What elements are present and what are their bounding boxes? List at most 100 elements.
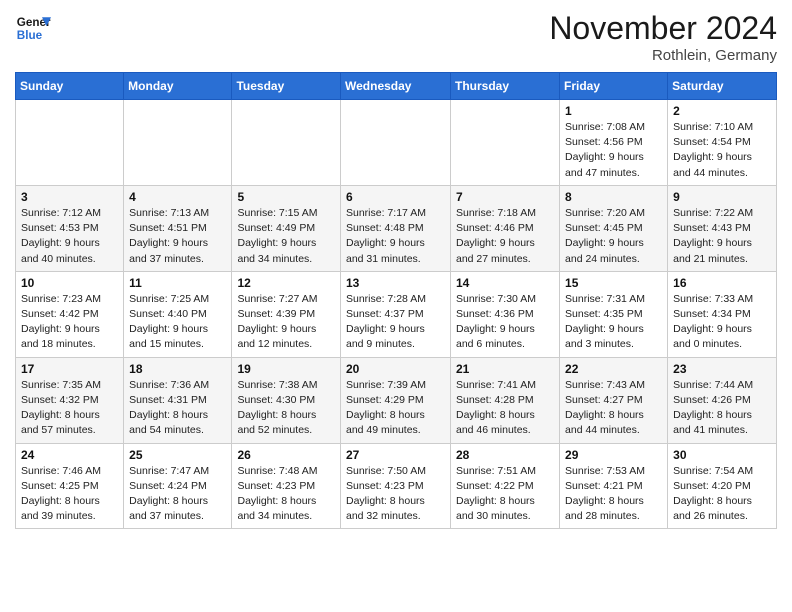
day-number: 29: [565, 448, 662, 462]
logo-icon: General Blue: [15, 10, 51, 46]
calendar-cell: 14 Sunrise: 7:30 AM Sunset: 4:36 PM Dayli…: [451, 271, 560, 357]
day-info: Sunrise: 7:10 AM Sunset: 4:54 PM Dayligh…: [673, 120, 771, 181]
calendar-cell: 9 Sunrise: 7:22 AM Sunset: 4:43 PM Daylig…: [668, 185, 777, 271]
calendar-cell: 28Sunrise: 7:51 AM Sunset: 4:22 PM Dayli…: [451, 443, 560, 529]
day-info: Sunrise: 7:22 AM Sunset: 4:43 PM Dayligh…: [673, 206, 771, 267]
calendar-cell: 18 Sunrise: 7:36 AM Sunset: 4:31 PM Dayli…: [124, 357, 232, 443]
day-number: 4: [129, 190, 226, 204]
calendar-cell: 5 Sunrise: 7:15 AM Sunset: 4:49 PM Daylig…: [232, 185, 341, 271]
day-number: 12: [237, 276, 335, 290]
weekday-header-monday: Monday: [124, 73, 232, 100]
calendar-cell: 20 Sunrise: 7:39 AM Sunset: 4:29 PM Dayli…: [341, 357, 451, 443]
day-info: Sunrise: 7:54 AM Sunset: 4:20 PM Dayligh…: [673, 464, 771, 525]
calendar-cell: 30 Sunrise: 7:54 AM Sunset: 4:20 PM Dayli…: [668, 443, 777, 529]
calendar-cell: [451, 100, 560, 186]
weekday-header-friday: Friday: [560, 73, 668, 100]
day-number: 3: [21, 190, 118, 204]
day-info: Sunrise: 7:47 AM Sunset: 4:24 PM Dayligh…: [129, 464, 226, 525]
calendar-cell: 2 Sunrise: 7:10 AM Sunset: 4:54 PM Daylig…: [668, 100, 777, 186]
day-number: 8: [565, 190, 662, 204]
day-info: Sunrise: 7:48 AM Sunset: 4:23 PM Dayligh…: [237, 464, 335, 525]
day-info: Sunrise: 7:12 AM Sunset: 4:53 PM Dayligh…: [21, 206, 118, 267]
day-number: 7: [456, 190, 554, 204]
calendar-week-5: 24 Sunrise: 7:46 AM Sunset: 4:25 PM Dayli…: [16, 443, 777, 529]
calendar-cell: 1 Sunrise: 7:08 AM Sunset: 4:56 PM Daylig…: [560, 100, 668, 186]
day-number: 6: [346, 190, 445, 204]
day-info: Sunrise: 7:28 AM Sunset: 4:37 PM Dayligh…: [346, 292, 445, 353]
day-info: Sunrise: 7:18 AM Sunset: 4:46 PM Dayligh…: [456, 206, 554, 267]
day-number: 2: [673, 104, 771, 118]
weekday-header-sunday: Sunday: [16, 73, 124, 100]
day-info: Sunrise: 7:17 AM Sunset: 4:48 PM Dayligh…: [346, 206, 445, 267]
day-number: 14: [456, 276, 554, 290]
calendar-cell: 22 Sunrise: 7:43 AM Sunset: 4:27 PM Dayli…: [560, 357, 668, 443]
calendar-cell: 21 Sunrise: 7:41 AM Sunset: 4:28 PM Dayli…: [451, 357, 560, 443]
day-number: 27: [346, 448, 445, 462]
calendar-cell: 4 Sunrise: 7:13 AM Sunset: 4:51 PM Daylig…: [124, 185, 232, 271]
calendar-cell: 26Sunrise: 7:48 AM Sunset: 4:23 PM Dayli…: [232, 443, 341, 529]
day-info: Sunrise: 7:41 AM Sunset: 4:28 PM Dayligh…: [456, 378, 554, 439]
day-info: Sunrise: 7:39 AM Sunset: 4:29 PM Dayligh…: [346, 378, 445, 439]
calendar-cell: [232, 100, 341, 186]
day-info: Sunrise: 7:30 AM Sunset: 4:36 PM Dayligh…: [456, 292, 554, 353]
day-number: 24: [21, 448, 118, 462]
day-number: 21: [456, 362, 554, 376]
calendar-cell: 11 Sunrise: 7:25 AM Sunset: 4:40 PM Dayli…: [124, 271, 232, 357]
day-info: Sunrise: 7:20 AM Sunset: 4:45 PM Dayligh…: [565, 206, 662, 267]
day-info: Sunrise: 7:31 AM Sunset: 4:35 PM Dayligh…: [565, 292, 662, 353]
calendar-cell: [341, 100, 451, 186]
day-info: Sunrise: 7:36 AM Sunset: 4:31 PM Dayligh…: [129, 378, 226, 439]
day-info: Sunrise: 7:27 AM Sunset: 4:39 PM Dayligh…: [237, 292, 335, 353]
day-number: 9: [673, 190, 771, 204]
calendar-cell: 25Sunrise: 7:47 AM Sunset: 4:24 PM Dayli…: [124, 443, 232, 529]
calendar-cell: 13 Sunrise: 7:28 AM Sunset: 4:37 PM Dayli…: [341, 271, 451, 357]
calendar-week-2: 3 Sunrise: 7:12 AM Sunset: 4:53 PM Daylig…: [16, 185, 777, 271]
calendar-week-3: 10 Sunrise: 7:23 AM Sunset: 4:42 PM Dayli…: [16, 271, 777, 357]
day-number: 22: [565, 362, 662, 376]
title-block: November 2024 Rothlein, Germany: [549, 10, 777, 64]
day-number: 17: [21, 362, 118, 376]
day-info: Sunrise: 7:43 AM Sunset: 4:27 PM Dayligh…: [565, 378, 662, 439]
day-info: Sunrise: 7:50 AM Sunset: 4:23 PM Dayligh…: [346, 464, 445, 525]
day-info: Sunrise: 7:08 AM Sunset: 4:56 PM Dayligh…: [565, 120, 662, 181]
day-number: 5: [237, 190, 335, 204]
calendar-cell: 7 Sunrise: 7:18 AM Sunset: 4:46 PM Daylig…: [451, 185, 560, 271]
day-number: 10: [21, 276, 118, 290]
day-info: Sunrise: 7:33 AM Sunset: 4:34 PM Dayligh…: [673, 292, 771, 353]
page: General Blue November 2024 Rothlein, Ger…: [0, 0, 792, 612]
weekday-header-wednesday: Wednesday: [341, 73, 451, 100]
day-info: Sunrise: 7:23 AM Sunset: 4:42 PM Dayligh…: [21, 292, 118, 353]
weekday-header-saturday: Saturday: [668, 73, 777, 100]
calendar-week-4: 17Sunrise: 7:35 AM Sunset: 4:32 PM Dayli…: [16, 357, 777, 443]
calendar-cell: 29 Sunrise: 7:53 AM Sunset: 4:21 PM Dayli…: [560, 443, 668, 529]
day-info: Sunrise: 7:51 AM Sunset: 4:22 PM Dayligh…: [456, 464, 554, 525]
day-info: Sunrise: 7:46 AM Sunset: 4:25 PM Dayligh…: [21, 464, 118, 525]
day-info: Sunrise: 7:53 AM Sunset: 4:21 PM Dayligh…: [565, 464, 662, 525]
calendar-cell: 19Sunrise: 7:38 AM Sunset: 4:30 PM Dayli…: [232, 357, 341, 443]
calendar-cell: 15 Sunrise: 7:31 AM Sunset: 4:35 PM Dayli…: [560, 271, 668, 357]
day-number: 13: [346, 276, 445, 290]
calendar-cell: 27 Sunrise: 7:50 AM Sunset: 4:23 PM Dayli…: [341, 443, 451, 529]
calendar-cell: 8 Sunrise: 7:20 AM Sunset: 4:45 PM Daylig…: [560, 185, 668, 271]
day-number: 16: [673, 276, 771, 290]
day-info: Sunrise: 7:25 AM Sunset: 4:40 PM Dayligh…: [129, 292, 226, 353]
day-number: 11: [129, 276, 226, 290]
header: General Blue November 2024 Rothlein, Ger…: [15, 10, 777, 64]
calendar-cell: 16 Sunrise: 7:33 AM Sunset: 4:34 PM Dayli…: [668, 271, 777, 357]
calendar-cell: [16, 100, 124, 186]
logo: General Blue: [15, 10, 51, 46]
day-number: 30: [673, 448, 771, 462]
calendar-cell: 17Sunrise: 7:35 AM Sunset: 4:32 PM Dayli…: [16, 357, 124, 443]
calendar-cell: 10 Sunrise: 7:23 AM Sunset: 4:42 PM Dayli…: [16, 271, 124, 357]
day-number: 1: [565, 104, 662, 118]
day-number: 18: [129, 362, 226, 376]
weekday-header-thursday: Thursday: [451, 73, 560, 100]
calendar-cell: 23Sunrise: 7:44 AM Sunset: 4:26 PM Dayli…: [668, 357, 777, 443]
calendar-body: 1 Sunrise: 7:08 AM Sunset: 4:56 PM Daylig…: [16, 100, 777, 529]
day-info: Sunrise: 7:13 AM Sunset: 4:51 PM Dayligh…: [129, 206, 226, 267]
svg-text:Blue: Blue: [17, 29, 43, 42]
day-number: 15: [565, 276, 662, 290]
day-info: Sunrise: 7:44 AM Sunset: 4:26 PM Dayligh…: [673, 378, 771, 439]
day-info: Sunrise: 7:15 AM Sunset: 4:49 PM Dayligh…: [237, 206, 335, 267]
day-number: 20: [346, 362, 445, 376]
